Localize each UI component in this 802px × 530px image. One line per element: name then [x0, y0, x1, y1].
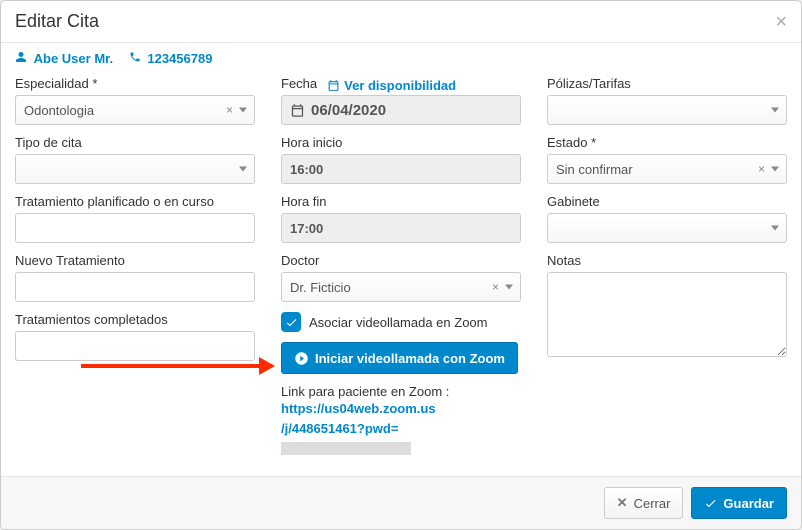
chevron-down-icon: [771, 108, 779, 113]
calendar-icon: [327, 79, 340, 92]
tipo-cita-label: Tipo de cita: [15, 135, 255, 150]
especialidad-value: Odontologia: [24, 103, 94, 118]
phone-icon: [129, 51, 145, 66]
hora-inicio-input[interactable]: 16:00: [281, 154, 521, 184]
clear-icon[interactable]: ×: [492, 280, 499, 294]
chevron-down-icon: [771, 226, 779, 231]
patient-phone-link[interactable]: 123456789: [129, 51, 213, 66]
clear-icon[interactable]: ×: [226, 103, 233, 117]
patient-bar: Abe User Mr. 123456789: [1, 43, 801, 70]
zoom-patient-link[interactable]: https://us04web.zoom.us /j/448651461?pwd…: [281, 399, 521, 458]
chevron-down-icon: [505, 285, 513, 290]
ver-disponibilidad-link[interactable]: Ver disponibilidad: [327, 78, 456, 93]
cerrar-button[interactable]: ✕ Cerrar: [604, 487, 684, 519]
nuevo-tratamiento-input[interactable]: [15, 272, 255, 302]
especialidad-label: Especialidad *: [15, 76, 255, 91]
close-icon[interactable]: ×: [775, 12, 787, 32]
doctor-value: Dr. Ficticio: [290, 280, 351, 295]
doctor-select[interactable]: Dr. Ficticio ×: [281, 272, 521, 302]
column-right: Pólizas/Tarifas Estado * Sin confirmar ×: [547, 76, 787, 466]
hora-fin-label: Hora fin: [281, 194, 521, 209]
estado-value: Sin confirmar: [556, 162, 633, 177]
zoom-link-block: Link para paciente en Zoom : https://us0…: [281, 384, 521, 458]
hora-inicio-label: Hora inicio: [281, 135, 521, 150]
column-middle: Fecha Ver disponibilidad 06/04/2020: [281, 76, 521, 466]
check-icon: [285, 316, 298, 329]
polizas-select[interactable]: [547, 95, 787, 125]
fecha-label: Fecha: [281, 76, 317, 91]
zoom-link-label: Link para paciente en Zoom :: [281, 384, 449, 399]
calendar-icon: [290, 103, 305, 118]
hora-inicio-value: 16:00: [290, 162, 323, 177]
tratamiento-planificado-input[interactable]: [15, 213, 255, 243]
redacted-segment: [281, 442, 411, 455]
user-icon: [15, 51, 31, 66]
column-left: Especialidad * Odontologia × Tipo de cit…: [15, 76, 255, 466]
zoom-checkbox-label: Asociar videollamada en Zoom: [309, 315, 487, 330]
fecha-input[interactable]: 06/04/2020: [281, 95, 521, 125]
tratamientos-completados-input[interactable]: [15, 331, 255, 361]
play-circle-icon: [294, 351, 309, 366]
guardar-button[interactable]: Guardar: [691, 487, 787, 519]
hora-fin-value: 17:00: [290, 221, 323, 236]
start-zoom-button[interactable]: Iniciar videollamada con Zoom: [281, 342, 518, 374]
estado-label: Estado *: [547, 135, 787, 150]
chevron-down-icon: [239, 167, 247, 172]
chevron-down-icon: [771, 167, 779, 172]
clear-icon[interactable]: ×: [758, 162, 765, 176]
tratamientos-completados-label: Tratamientos completados: [15, 312, 255, 327]
estado-select[interactable]: Sin confirmar ×: [547, 154, 787, 184]
zoom-checkbox[interactable]: [281, 312, 301, 332]
modal-footer: ✕ Cerrar Guardar: [1, 476, 801, 529]
patient-phone: 123456789: [147, 51, 212, 66]
tipo-cita-select[interactable]: [15, 154, 255, 184]
especialidad-select[interactable]: Odontologia ×: [15, 95, 255, 125]
nuevo-tratamiento-label: Nuevo Tratamiento: [15, 253, 255, 268]
edit-appointment-modal: Editar Cita × Abe User Mr. 123456789 Esp…: [0, 0, 802, 530]
chevron-down-icon: [239, 108, 247, 113]
patient-name: Abe User Mr.: [34, 51, 113, 66]
close-icon: ✕: [617, 495, 628, 511]
polizas-label: Pólizas/Tarifas: [547, 76, 787, 91]
fecha-value: 06/04/2020: [311, 102, 386, 119]
modal-header: Editar Cita ×: [1, 1, 801, 43]
notas-label: Notas: [547, 253, 787, 268]
gabinete-label: Gabinete: [547, 194, 787, 209]
notas-textarea[interactable]: [547, 272, 787, 357]
hora-fin-input[interactable]: 17:00: [281, 213, 521, 243]
gabinete-select[interactable]: [547, 213, 787, 243]
tratamiento-planificado-label: Tratamiento planificado o en curso: [15, 194, 255, 209]
check-icon: [704, 497, 717, 510]
patient-name-link[interactable]: Abe User Mr.: [15, 51, 117, 66]
doctor-label: Doctor: [281, 253, 521, 268]
modal-title: Editar Cita: [15, 11, 99, 32]
